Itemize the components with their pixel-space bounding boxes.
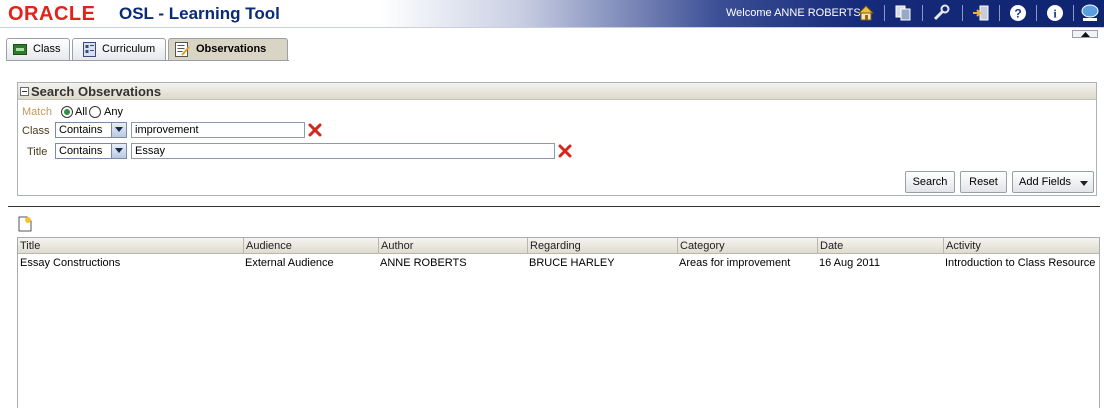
observations-icon (175, 42, 190, 57)
chat-icon[interactable] (1080, 3, 1100, 23)
app-title: OSL - Learning Tool (119, 4, 280, 23)
tab-curriculum[interactable]: Curriculum (72, 38, 166, 60)
cell-activity: Introduction to Class Resource (945, 257, 1096, 269)
tab-class[interactable]: Class (6, 38, 70, 60)
cell-title: Essay Constructions (20, 257, 121, 269)
search-panel: Search Observations Match All Any Class … (17, 82, 1097, 196)
switch-icon[interactable] (893, 3, 913, 23)
header-separator (922, 5, 923, 21)
title-operator-select[interactable]: Contains (55, 143, 127, 159)
svg-text:?: ? (1014, 7, 1021, 21)
title-operator-value: Contains (59, 145, 103, 157)
column-header-activity[interactable]: Activity (943, 238, 1099, 254)
title-criterion-label: Title (27, 146, 48, 158)
cell-author: ANNE ROBERTS (380, 257, 467, 269)
home-icon[interactable] (856, 3, 876, 23)
cell-regarding: BRUCE HARLEY (529, 257, 615, 269)
app-header: ORACLE OSL - Learning Tool Welcome ANNE … (0, 0, 1104, 28)
class-operator-value: Contains (59, 124, 103, 136)
cell-date: 16 Aug 2011 (819, 257, 880, 269)
class-icon (13, 44, 27, 55)
tab-label: Class (33, 43, 61, 55)
match-any-label: Any (104, 106, 123, 118)
match-label: Match (22, 106, 52, 118)
match-any-radio[interactable] (89, 106, 101, 118)
welcome-text: Welcome ANNE ROBERTS (726, 7, 861, 19)
remove-class-criterion-icon[interactable] (308, 123, 322, 137)
column-header-date[interactable]: Date (817, 238, 943, 254)
remove-title-criterion-icon[interactable] (558, 144, 572, 158)
column-header-regarding[interactable]: Regarding (527, 238, 677, 254)
collapse-toggle-icon[interactable] (20, 87, 29, 96)
logout-icon[interactable] (971, 3, 991, 23)
tools-icon[interactable] (931, 3, 951, 23)
match-all-label: All (75, 106, 88, 118)
column-header-title[interactable]: Title (18, 238, 243, 254)
tab-observations[interactable]: Observations (168, 38, 288, 61)
column-header-audience[interactable]: Audience (243, 238, 378, 254)
tab-label: Observations (196, 43, 267, 55)
header-separator (884, 5, 885, 21)
search-button[interactable]: Search (905, 171, 955, 193)
class-value-text: improvement (135, 124, 199, 136)
column-header-author[interactable]: Author (378, 238, 527, 254)
header-separator (962, 5, 963, 21)
tab-label: Curriculum (102, 43, 156, 55)
reset-button[interactable]: Reset (960, 171, 1007, 193)
class-operator-select[interactable]: Contains (55, 122, 127, 138)
search-panel-title: Search Observations (31, 84, 162, 99)
oracle-logo: ORACLE (8, 3, 96, 25)
collapse-header-button[interactable] (1072, 30, 1098, 38)
column-header-category[interactable]: Category (677, 238, 817, 254)
section-divider (8, 206, 1100, 207)
chevron-down-icon (111, 144, 126, 158)
header-separator (1036, 5, 1037, 21)
class-criterion-label: Class (22, 125, 50, 137)
tab-baseline (6, 60, 289, 61)
cell-category: Areas for improvement (679, 257, 791, 269)
match-all-radio[interactable] (61, 106, 73, 118)
title-value-input[interactable]: Essay (131, 143, 555, 159)
observations-table: Title Audience Author Regarding Category… (17, 237, 1100, 408)
arrow-up-icon (1081, 32, 1090, 37)
curriculum-icon (83, 42, 96, 57)
header-separator (1073, 5, 1074, 21)
table-header: Title Audience Author Regarding Category… (18, 238, 1099, 254)
add-fields-label: Add Fields (1019, 176, 1071, 188)
class-value-input[interactable]: improvement (131, 122, 305, 138)
help-icon[interactable]: ? (1008, 3, 1028, 23)
title-value-text: Essay (135, 145, 165, 157)
add-fields-button[interactable]: Add Fields (1012, 171, 1094, 193)
chevron-down-icon (1080, 181, 1088, 186)
chevron-down-icon (111, 123, 126, 137)
search-panel-header: Search Observations (18, 83, 1096, 100)
new-observation-icon[interactable] (17, 216, 33, 232)
info-icon[interactable]: i (1045, 3, 1065, 23)
header-separator (999, 5, 1000, 21)
cell-audience: External Audience (245, 257, 334, 269)
